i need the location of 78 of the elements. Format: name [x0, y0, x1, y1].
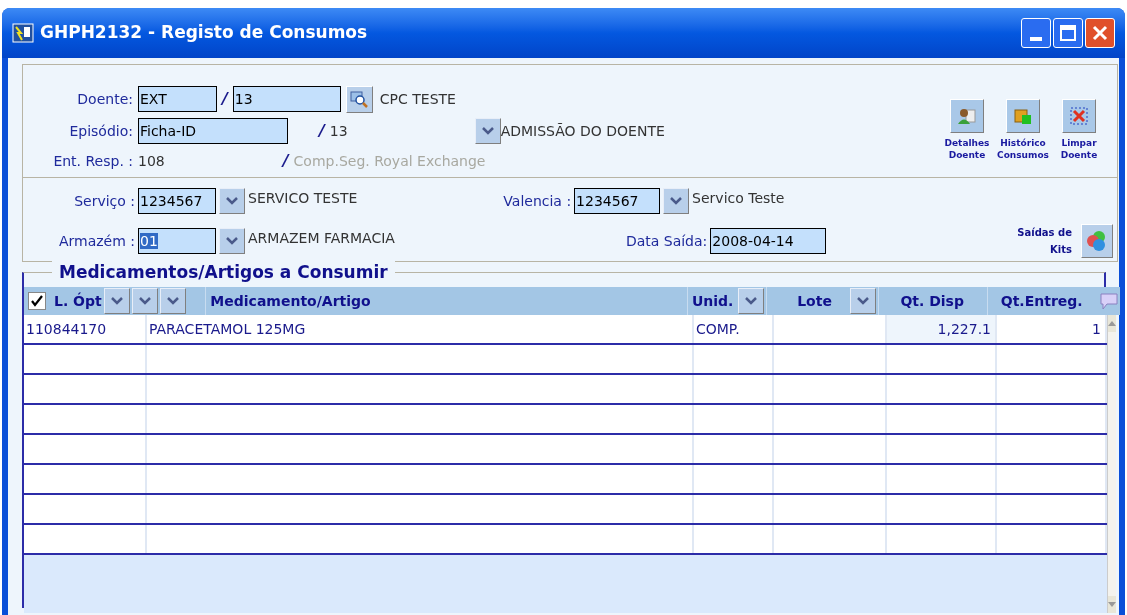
chevron-down-icon: [137, 296, 152, 306]
button-caption: Histórico Consumos: [996, 137, 1050, 161]
button-caption: Detalhes Doente: [943, 137, 991, 161]
column-header: L. Ópt: [54, 291, 102, 311]
chevron-down-icon: [109, 296, 124, 306]
value-text: ARMAZEM FARMACIA: [248, 228, 395, 248]
table-cell: COMP.: [694, 315, 774, 343]
input-field[interactable]: 1234567: [574, 188, 661, 214]
window-title: GHPH2132 - Registo de Consumos: [40, 21, 368, 45]
value-text: SERVICO TESTE: [248, 188, 358, 208]
field-label: Ent. Resp. :: [52, 151, 133, 171]
value-text: ADMISSÃO DO DOENTE: [500, 121, 665, 141]
column-header: Qt.Entreg.: [1000, 291, 1083, 311]
column-header: Lote: [797, 291, 832, 311]
button-caption: Saídas de Kits: [1016, 226, 1072, 257]
input-field[interactable]: 1234567: [138, 188, 216, 214]
input-field[interactable]: 01: [138, 228, 216, 254]
close-icon: [1092, 25, 1108, 41]
value-text: Comp.Seg. Royal Exchange: [293, 151, 486, 171]
column-dropdown-button[interactable]: [850, 288, 877, 314]
minimize-icon: [1030, 37, 1042, 41]
input-field[interactable]: 2008-04-14: [710, 228, 827, 254]
chevron-down-icon: [744, 296, 759, 306]
search-icon: [350, 90, 369, 108]
column-dropdown-button[interactable]: [131, 288, 158, 314]
field-label: Valencia :: [503, 193, 572, 209]
circles-icon: [1086, 230, 1108, 252]
table-cell: PARACETAMOL 125MG: [147, 315, 694, 343]
input-field[interactable]: 13: [232, 86, 341, 112]
dropdown-button[interactable]: [663, 188, 690, 214]
column-dropdown-button[interactable]: [159, 288, 186, 314]
search-button[interactable]: [345, 85, 373, 113]
toolbar-button[interactable]: [1062, 99, 1096, 133]
person-card-icon: [957, 106, 977, 126]
slash-separator: /: [222, 88, 228, 110]
column-header: Medicamento/Artigo: [210, 291, 371, 311]
value-text: Servico Teste: [692, 188, 785, 208]
value-text: 13: [329, 121, 348, 141]
table-cell: 1,227.1: [887, 315, 997, 343]
chevron-down-icon: [225, 196, 239, 206]
table-cell: 110844170: [24, 315, 147, 343]
field-label: Data Saída:: [625, 233, 708, 249]
group-title: Medicamentos/Artigos a Consumir: [52, 261, 395, 283]
toolbar-button[interactable]: [950, 99, 984, 133]
input-field[interactable]: Ficha-ID: [138, 118, 288, 144]
minimize-button[interactable]: [1021, 18, 1051, 48]
app-icon: [12, 23, 34, 43]
close-button[interactable]: [1085, 18, 1115, 48]
chevron-down-icon: [856, 296, 871, 306]
chevron-down-icon: [165, 296, 180, 306]
column-dropdown-button[interactable]: [103, 288, 130, 314]
column-header: Qt. Disp: [900, 291, 964, 311]
toolbar-button[interactable]: [1006, 99, 1040, 133]
field-label: Serviço :: [73, 191, 135, 211]
maximize-icon: [1060, 25, 1076, 41]
column-dropdown-button[interactable]: [738, 288, 765, 314]
field-label: Episódio:: [68, 121, 133, 141]
dropdown-button[interactable]: [474, 118, 501, 144]
value-text: CPC TESTE: [379, 91, 456, 107]
button-caption: Limpar Doente: [1059, 137, 1099, 161]
column-header: Unid.: [691, 291, 734, 311]
checkbox[interactable]: [28, 292, 46, 310]
field-label: Armazém :: [57, 231, 135, 251]
chevron-down-icon: [669, 196, 684, 206]
box-icon: [1013, 106, 1033, 126]
chevron-down-icon: [480, 126, 495, 136]
dropdown-button[interactable]: [219, 188, 245, 214]
maximize-button[interactable]: [1053, 18, 1083, 48]
table-cell: 1: [997, 315, 1107, 343]
slash-separator: /: [282, 151, 289, 170]
cross-icon: [1069, 106, 1089, 126]
kits-button[interactable]: [1081, 224, 1113, 258]
input-field[interactable]: EXT: [138, 86, 217, 112]
chevron-down-icon: [225, 236, 239, 246]
field-label: Doente:: [76, 89, 133, 109]
value-text: 108: [138, 151, 165, 171]
slash-separator: /: [319, 121, 325, 140]
dropdown-button[interactable]: [219, 228, 245, 254]
